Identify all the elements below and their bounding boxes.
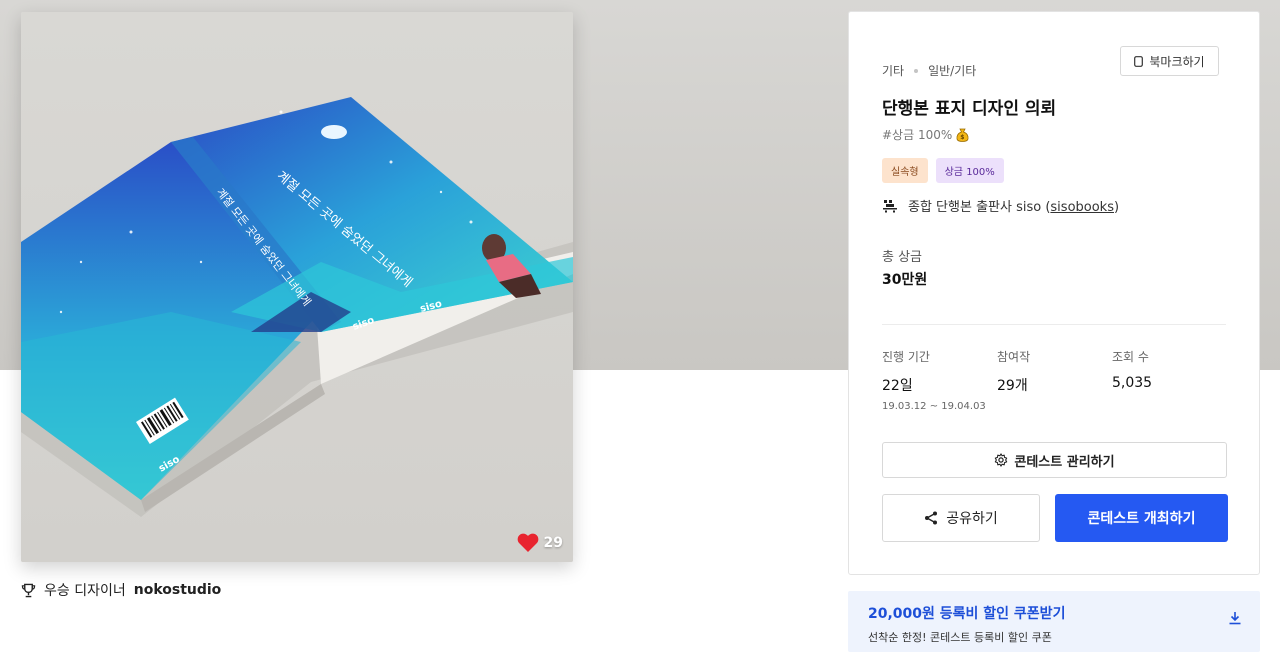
host-logo-icon — [883, 199, 897, 212]
host-handle-link[interactable]: sisobooks — [1050, 200, 1114, 215]
tag-practical: 실속형 — [882, 158, 928, 183]
coupon-title[interactable]: 20,000원 등록비 할인 쿠폰받기 — [868, 603, 1240, 623]
subcategory-link[interactable]: 일반/기타 — [928, 62, 976, 79]
contest-info-card: 기타 일반/기타 북마크하기 단행본 표지 디자인 의뢰 #상금 100% $ … — [848, 11, 1260, 575]
stat-entries: 참여작 29개 — [997, 348, 1030, 395]
share-icon — [925, 511, 938, 525]
winning-design-image[interactable]: 계절 모든 곳에 숨었던 그녀에게 계절 모든 곳에 숨었던 그녀에게 siso… — [21, 12, 573, 562]
stat-value: 22일 — [882, 378, 913, 394]
coupon-subtitle: 선착순 한정! 콘테스트 등록비 할인 쿠폰 — [868, 631, 1052, 644]
gear-icon — [995, 453, 1008, 467]
manage-contest-button[interactable]: 콘테스트 관리하기 — [882, 442, 1227, 478]
like-count: 29 — [543, 534, 563, 551]
host-close-paren: ) — [1113, 200, 1120, 215]
stat-label: 참여작 — [997, 350, 1031, 364]
contest-title: 단행본 표지 디자인 의뢰 — [882, 99, 1057, 119]
stat-duration: 진행 기간 22일 19.03.12 ~ 19.04.03 — [882, 348, 986, 412]
divider — [882, 324, 1226, 325]
book-mockup-illustration: 계절 모든 곳에 숨었던 그녀에게 계절 모든 곳에 숨었던 그녀에게 siso… — [21, 12, 573, 562]
winner-name[interactable]: nokostudio — [134, 582, 222, 598]
coupon-banner[interactable]: 20,000원 등록비 할인 쿠폰받기 선착순 한정! 콘테스트 등록비 할인 … — [848, 591, 1260, 652]
stat-value: 29개 — [997, 378, 1028, 394]
total-prize-label: 총 상금 — [882, 250, 923, 265]
tag-list: 실속형 상금 100% — [882, 158, 1004, 183]
category-link[interactable]: 기타 — [882, 62, 904, 79]
trophy-icon — [21, 583, 36, 597]
stat-label: 진행 기간 — [882, 350, 930, 364]
manage-label: 콘테스트 관리하기 — [1014, 454, 1115, 470]
share-button[interactable]: 공유하기 — [882, 494, 1040, 542]
host-contest-button[interactable]: 콘테스트 개최하기 — [1055, 494, 1228, 542]
tag-prize: 상금 100% — [935, 158, 1004, 183]
stat-value: 5,035 — [1112, 375, 1153, 391]
breadcrumb-separator — [914, 68, 919, 73]
bookmark-button[interactable]: 북마크하기 — [1120, 46, 1219, 76]
hashtag-line: #상금 100% $ — [882, 126, 969, 143]
total-prize-value: 30만원 — [882, 272, 928, 288]
like-counter[interactable]: 29 — [517, 533, 563, 552]
stat-label: 조회 수 — [1112, 350, 1149, 364]
share-label: 공유하기 — [946, 511, 998, 527]
stat-views: 조회 수 5,035 — [1112, 348, 1152, 391]
breadcrumb: 기타 일반/기타 — [882, 62, 976, 79]
svg-text:$: $ — [961, 134, 965, 141]
bookmark-label: 북마크하기 — [1149, 54, 1205, 69]
host-name: 종합 단행본 출판사 siso ( — [908, 200, 1051, 215]
winner-prefix: 우승 디자이너 — [44, 583, 126, 599]
stat-date-range: 19.03.12 ~ 19.04.03 — [882, 401, 986, 412]
host-info: 종합 단행본 출판사 siso (sisobooks) — [882, 196, 1119, 215]
hashtag[interactable]: #상금 100% — [882, 126, 952, 143]
bookmark-icon — [1134, 55, 1144, 67]
download-icon[interactable] — [1228, 611, 1242, 625]
coin-bag-icon: $ — [956, 128, 969, 142]
winner-info: 우승 디자이너 nokostudio — [21, 580, 221, 600]
heart-icon[interactable] — [517, 533, 539, 552]
